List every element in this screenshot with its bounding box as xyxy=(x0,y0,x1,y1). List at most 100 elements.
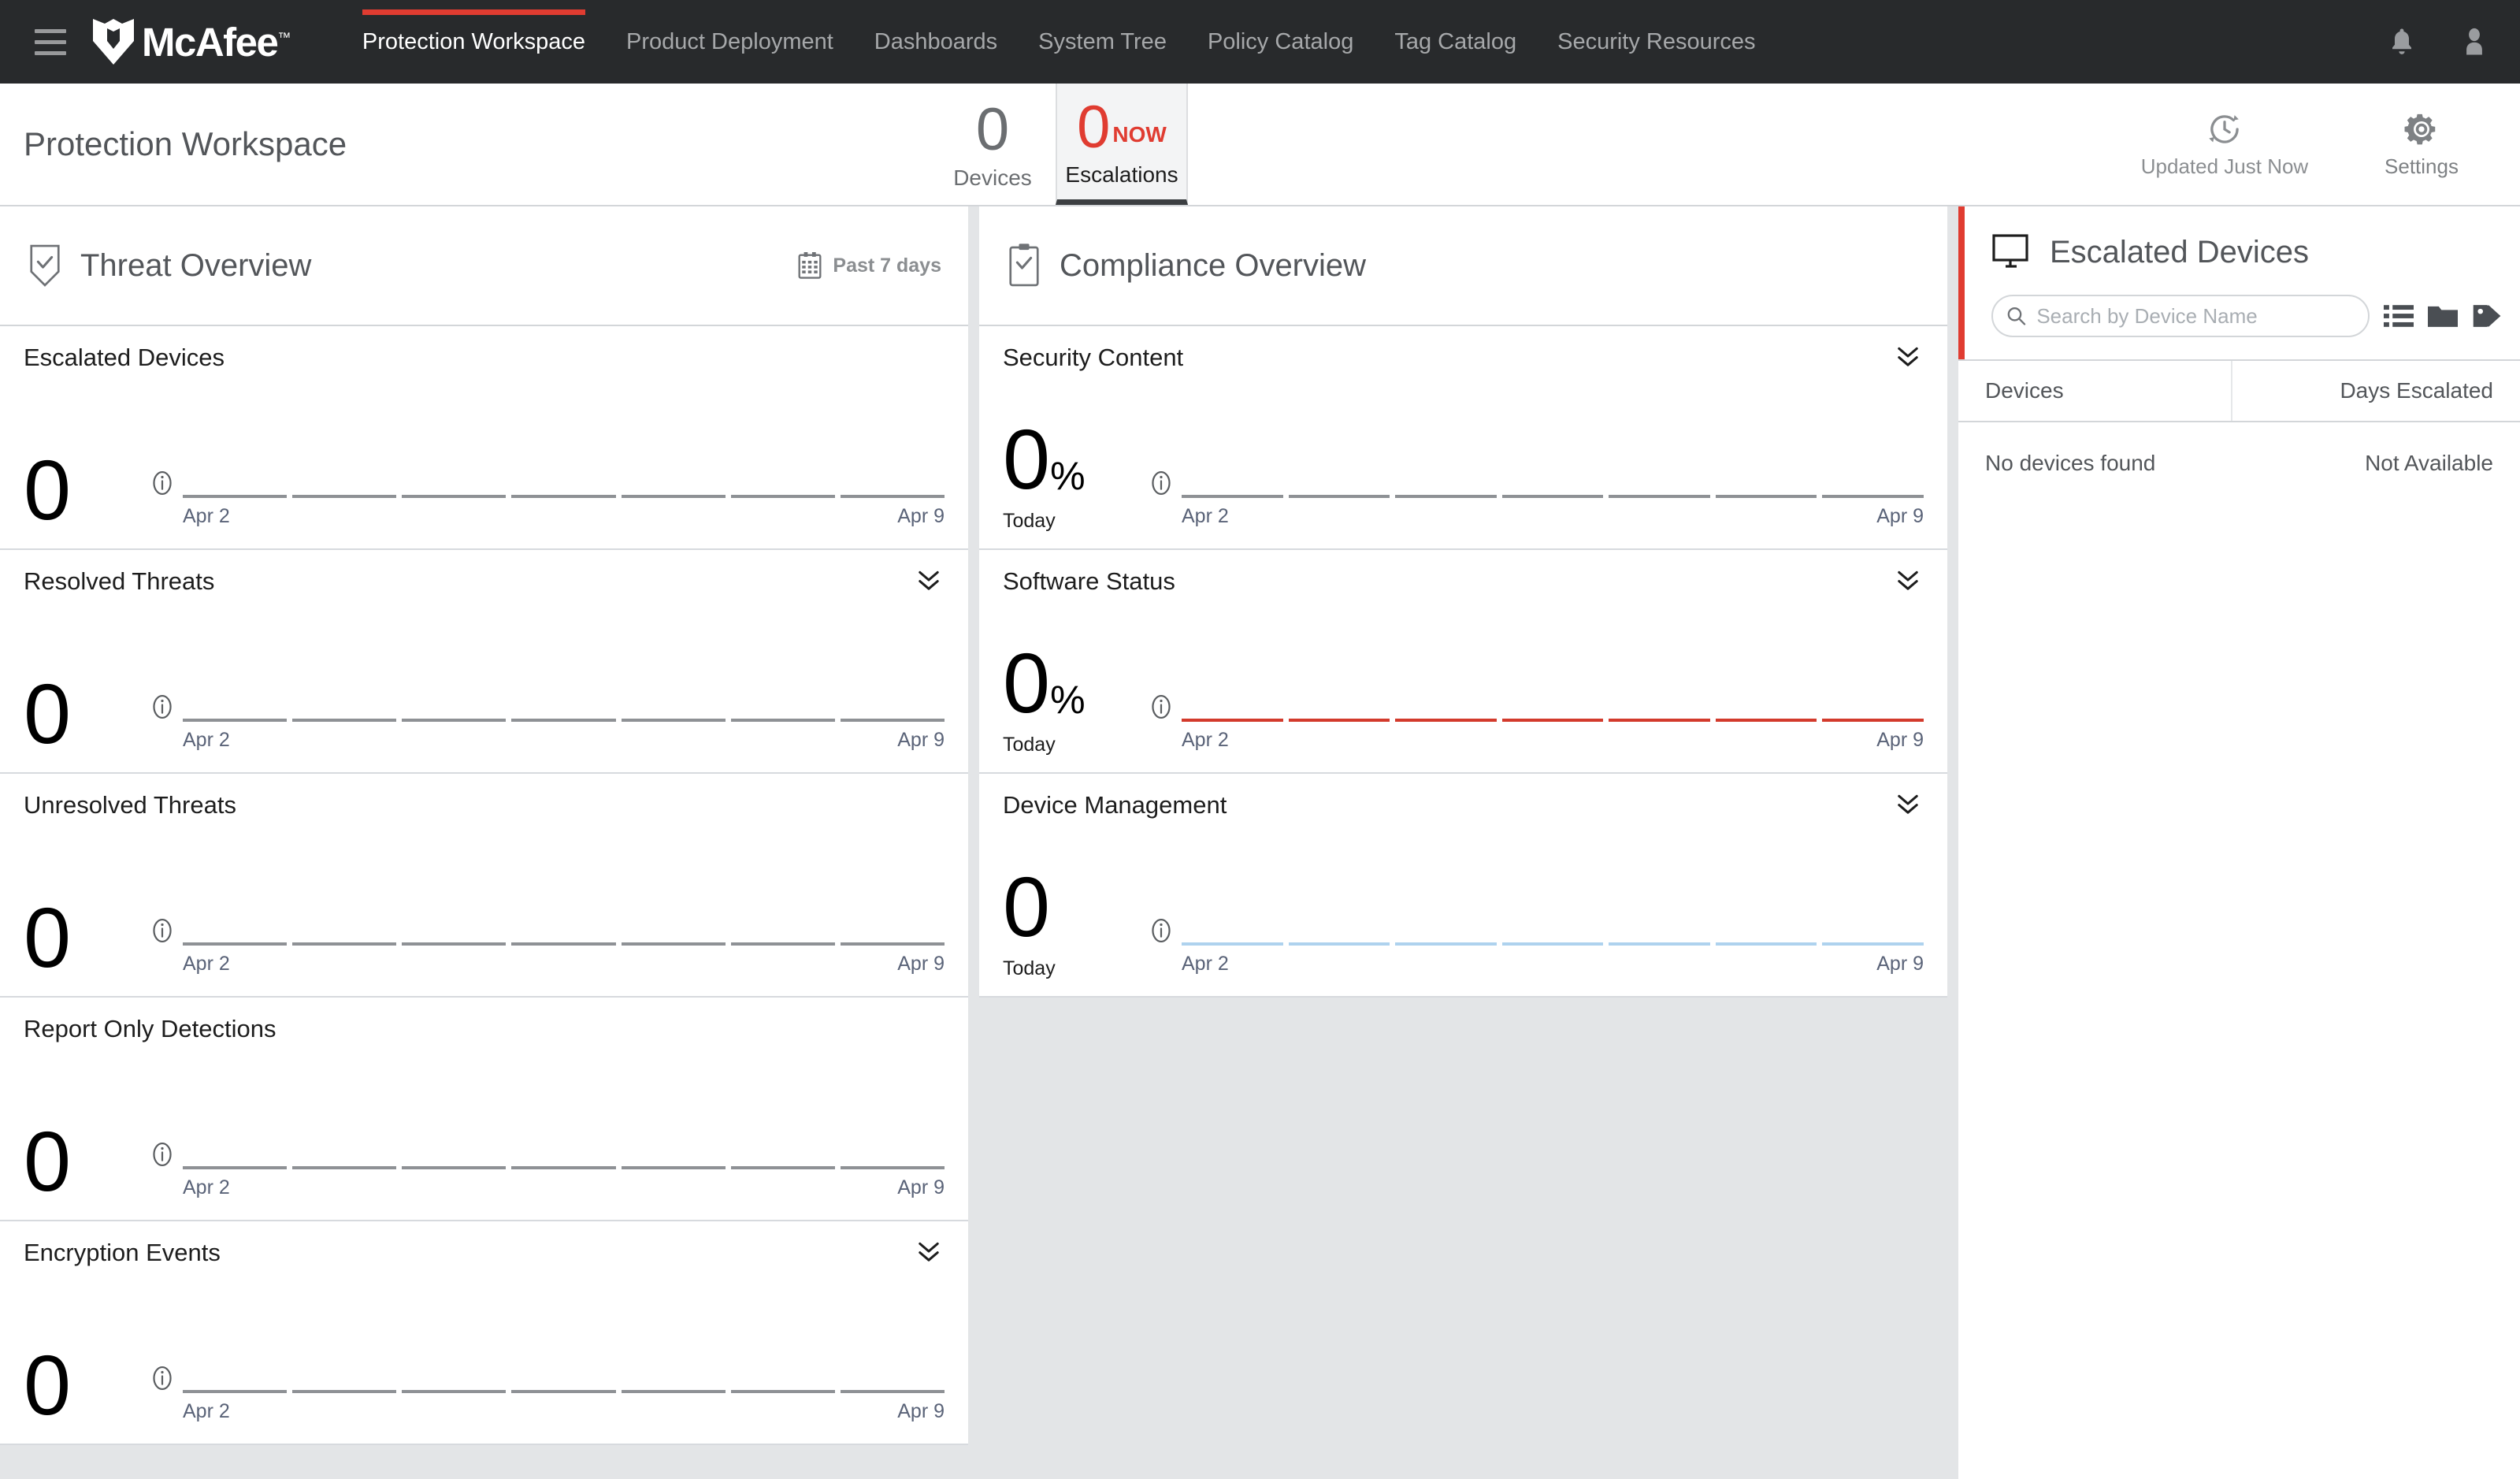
main-content: Threat Overview Past 7 days Escalated De… xyxy=(0,206,2520,1479)
metric-title: Report Only Detections xyxy=(24,1015,276,1042)
nav-item-product-deployment[interactable]: Product Deployment xyxy=(606,0,854,84)
metric-title: Resolved Threats xyxy=(24,567,215,595)
axis-start-label: Apr 2 xyxy=(183,953,230,975)
metric-sparkline: Apr 2 Apr 9 xyxy=(183,604,945,756)
search-box[interactable] xyxy=(1991,295,2370,337)
updated-status-button[interactable]: Updated Just Now xyxy=(2126,111,2323,179)
tag-icon[interactable] xyxy=(2472,303,2502,329)
chevron-down-icon[interactable] xyxy=(1892,567,1924,593)
nav-item-dashboards[interactable]: Dashboards xyxy=(854,0,1018,84)
bell-icon[interactable] xyxy=(2388,26,2416,58)
folder-icon[interactable] xyxy=(2428,303,2458,329)
mcafee-shield-icon xyxy=(93,19,134,65)
metric-subtitle: Today xyxy=(1003,734,1056,756)
settings-button[interactable]: Settings xyxy=(2323,111,2520,179)
counter-devices[interactable]: 0 Devices xyxy=(930,84,1056,205)
metric-value: 0 % xyxy=(1003,411,1086,507)
metric-sparkline: Apr 2 Apr 9 xyxy=(1182,604,1924,756)
nav-right-actions xyxy=(2388,0,2488,84)
chevron-down-icon[interactable] xyxy=(1892,791,1924,816)
refresh-history-icon xyxy=(2209,115,2239,143)
metric-encryption-events[interactable]: Encryption Events 0 Apr 2 Apr 9 xyxy=(0,1221,968,1445)
metric-value: 0 xyxy=(24,442,71,537)
sparkline-segments xyxy=(183,827,945,946)
metric-escalated-devices[interactable]: Escalated Devices 0 Apr 2 Apr 9 xyxy=(0,326,968,550)
compliance-overview-header: Compliance Overview xyxy=(979,206,1947,326)
metric-value: 0 % xyxy=(1003,635,1086,730)
metric-value: 0 xyxy=(24,1337,71,1433)
threat-overview-date-range[interactable]: Past 7 days xyxy=(798,252,941,279)
escalated-devices-table: Devices Days Escalated No devices found … xyxy=(1958,359,2520,504)
calendar-icon xyxy=(798,252,822,279)
metric-value: 0 xyxy=(1003,859,1050,954)
nav-item-protection-workspace[interactable]: Protection Workspace xyxy=(342,0,606,84)
metric-title: Software Status xyxy=(1003,567,1175,595)
info-icon[interactable] xyxy=(142,1365,183,1392)
info-icon[interactable] xyxy=(142,1141,183,1168)
metric-title: Security Content xyxy=(1003,344,1184,371)
main-nav-items: Protection Workspace Product Deployment … xyxy=(342,0,1776,84)
metric-device-management[interactable]: Device Management 0 Today Apr 2 Apr 9 xyxy=(979,774,1947,998)
page-title: Protection Workspace xyxy=(24,125,347,162)
threat-overview-title: Threat Overview xyxy=(80,247,312,283)
axis-start-label: Apr 2 xyxy=(1182,953,1229,975)
column-header-days-escalated[interactable]: Days Escalated xyxy=(2231,359,2520,422)
escalated-devices-column: Escalated Devices Search by Device Name … xyxy=(1958,206,2520,1479)
chevron-down-icon[interactable] xyxy=(913,567,945,593)
counter-devices-label: Devices xyxy=(953,165,1032,190)
nav-item-security-resources[interactable]: Security Resources xyxy=(1537,0,1776,84)
table-body: No devices found Not Available xyxy=(1958,422,2520,504)
metric-subtitle: Today xyxy=(1003,510,1056,532)
nav-item-policy-catalog[interactable]: Policy Catalog xyxy=(1187,0,1374,84)
sparkline-segments xyxy=(183,1051,945,1169)
metric-value: 0 xyxy=(24,666,71,761)
chevron-down-icon[interactable] xyxy=(913,1239,945,1264)
nav-item-system-tree[interactable]: System Tree xyxy=(1018,0,1187,84)
user-avatar-icon[interactable] xyxy=(2460,26,2488,58)
counter-devices-value: 0 xyxy=(975,96,1010,164)
sparkline-segments xyxy=(1182,380,1924,498)
metric-report-only-detections[interactable]: Report Only Detections 0 Apr 2 Apr 9 xyxy=(0,998,968,1221)
column-header-devices[interactable]: Devices xyxy=(1958,359,2232,422)
table-header-row: Devices Days Escalated xyxy=(1958,359,2520,422)
mcafee-wordmark: McAfee™ xyxy=(142,19,291,65)
escalated-devices-title: Escalated Devices xyxy=(2050,234,2310,269)
metric-percent-suffix: % xyxy=(1050,678,1085,722)
info-icon[interactable] xyxy=(1141,693,1182,720)
axis-end-label: Apr 9 xyxy=(1876,505,1924,527)
gear-icon xyxy=(2404,113,2436,145)
counter-escalations-now-badge: NOW xyxy=(1112,122,1167,147)
axis-end-label: Apr 9 xyxy=(897,729,945,751)
table-header: Devices Days Escalated xyxy=(1958,359,2520,422)
counter-escalations-value: 0 xyxy=(1077,93,1111,161)
info-icon[interactable] xyxy=(1141,917,1182,944)
date-range-label: Past 7 days xyxy=(833,254,941,277)
metric-resolved-threats[interactable]: Resolved Threats 0 Apr 2 Apr 9 xyxy=(0,550,968,774)
sparkline-segments xyxy=(1182,604,1924,722)
metric-security-content[interactable]: Security Content 0 % Today Apr 2 Apr 9 xyxy=(979,326,1947,550)
nav-item-tag-catalog[interactable]: Tag Catalog xyxy=(1374,0,1537,84)
info-icon[interactable] xyxy=(142,917,183,944)
escalated-devices-controls xyxy=(1991,295,2520,337)
sparkline-segments xyxy=(183,380,945,498)
metric-sparkline: Apr 2 Apr 9 xyxy=(183,1275,945,1428)
counter-escalations-label: Escalations xyxy=(1065,162,1178,188)
threat-overview-panel: Threat Overview Past 7 days Escalated De… xyxy=(0,206,968,1445)
counter-escalations[interactable]: 0 NOW Escalations xyxy=(1056,84,1188,205)
info-icon[interactable] xyxy=(142,470,183,496)
axis-end-label: Apr 9 xyxy=(1876,729,1924,751)
axis-start-label: Apr 2 xyxy=(1182,729,1229,751)
metric-title: Device Management xyxy=(1003,791,1227,819)
metric-unresolved-threats[interactable]: Unresolved Threats 0 Apr 2 Apr 9 xyxy=(0,774,968,998)
search-input[interactable] xyxy=(2036,303,2355,329)
metric-software-status[interactable]: Software Status 0 % Today Apr 2 Apr 9 xyxy=(979,550,1947,774)
info-icon[interactable] xyxy=(1141,470,1182,496)
metric-percent-suffix: % xyxy=(1050,454,1085,498)
list-view-icon[interactable] xyxy=(2384,303,2414,329)
mcafee-logo[interactable]: McAfee™ xyxy=(91,17,291,66)
hamburger-menu-icon[interactable] xyxy=(30,21,71,62)
metric-title: Escalated Devices xyxy=(24,344,225,371)
info-icon[interactable] xyxy=(142,693,183,720)
axis-end-label: Apr 9 xyxy=(1876,953,1924,975)
chevron-down-icon[interactable] xyxy=(1892,344,1924,369)
